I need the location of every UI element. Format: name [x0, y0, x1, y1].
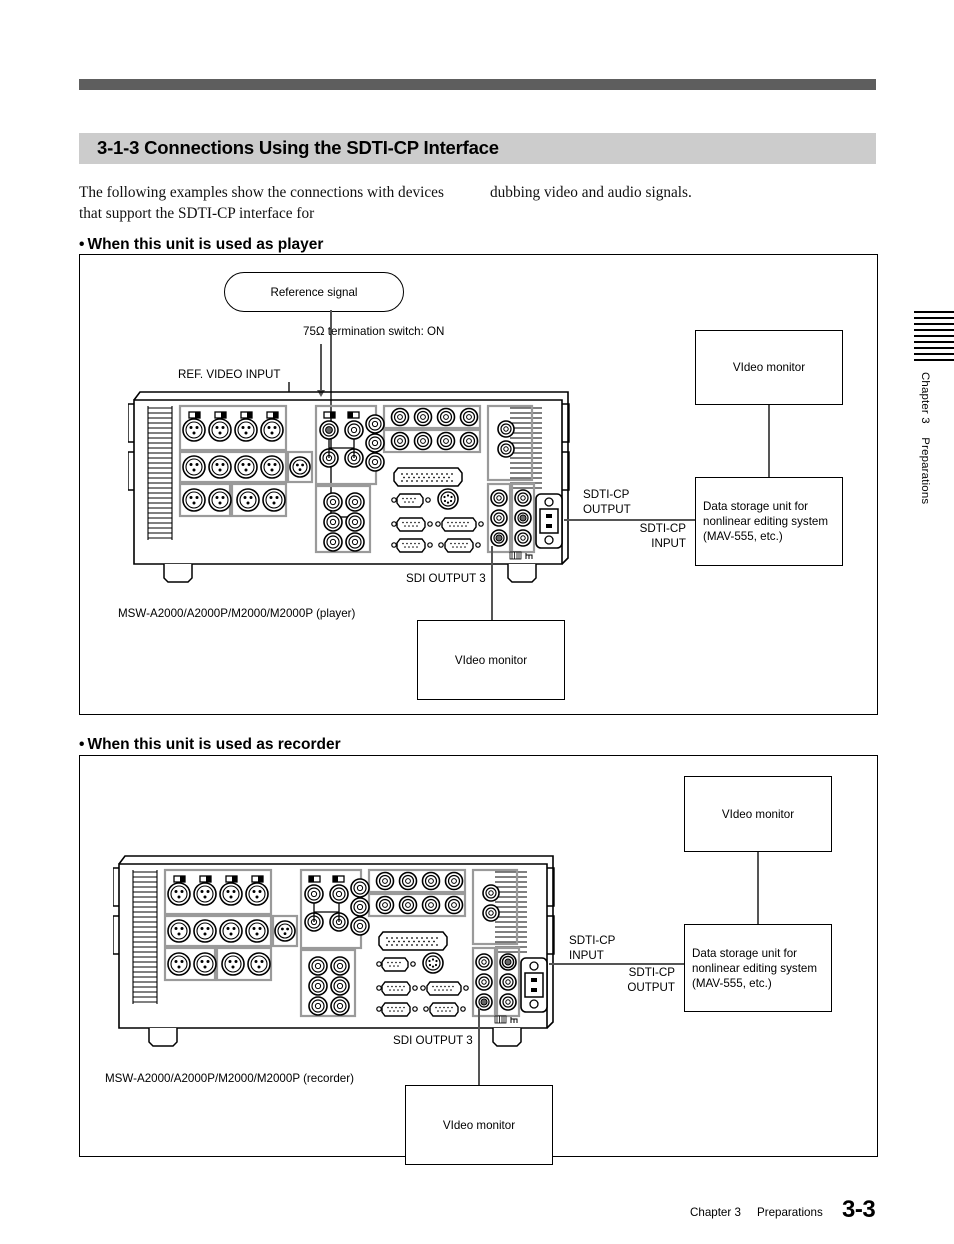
bullet-glyph: •	[79, 736, 85, 753]
sdti-cp-input-label-recorder: SDTI-CP INPUT	[569, 934, 616, 962]
intro-paragraph-column-2: dubbing video and audio signals.	[490, 184, 692, 201]
termination-switch-label: 75Ω termination switch: ON	[303, 325, 445, 338]
footer-page-number: 3-3	[842, 1196, 876, 1223]
reference-signal-node: Reference signal	[224, 272, 404, 312]
side-tab-rules	[914, 310, 954, 362]
monitor-to-storage-wire-player	[768, 405, 770, 477]
sdti-cp-output-label-recorder: SDTI-CP OUTPUT	[627, 966, 675, 994]
sdti-cp-output-label-player: SDTI-CP OUTPUT	[583, 488, 631, 516]
bullet-glyph: •	[79, 236, 85, 253]
data-storage-box-player: Data storage unit for nonlinear editing …	[695, 477, 843, 566]
data-storage-label: Data storage unit for nonlinear editing …	[692, 946, 818, 990]
top-rule	[79, 79, 876, 90]
sdi-output-3-wire-player	[491, 546, 493, 620]
video-monitor-label: VIdeo monitor	[732, 361, 806, 374]
recorder-heading-label: When this unit is used as recorder	[87, 736, 341, 753]
page-title: 3-1-3 Connections Using the SDTI-CP Inte…	[97, 137, 499, 158]
sdi-output-3-label-recorder: SDI OUTPUT 3	[393, 1034, 473, 1047]
video-monitor-label: VIdeo monitor	[454, 653, 528, 667]
reference-signal-label: Reference signal	[270, 285, 358, 299]
data-storage-box-recorder: Data storage unit for nonlinear editing …	[684, 924, 832, 1012]
player-section-heading: • When this unit is used as player	[79, 236, 323, 254]
termination-callout-line	[320, 344, 322, 391]
sdi-output-3-label-player: SDI OUTPUT 3	[406, 572, 486, 585]
manual-page: 3-1-3 Connections Using the SDTI-CP Inte…	[0, 0, 954, 1244]
data-storage-label: Data storage unit for nonlinear editing …	[703, 500, 829, 543]
video-monitor-box-recorder-top: VIdeo monitor	[684, 776, 832, 852]
intro-paragraph-column-1: The following examples show the connecti…	[79, 184, 444, 222]
recorder-section-heading: • When this unit is used as recorder	[79, 736, 341, 754]
video-monitor-box-player-bottom: VIdeo monitor	[417, 620, 565, 700]
rear-panel-illustration-player	[128, 386, 578, 584]
side-tab-label: Chapter 3 Preparations	[919, 372, 931, 505]
sdi-output-3-wire-recorder	[478, 1008, 480, 1085]
unit-caption-recorder: MSW-A2000/A2000P/M2000/M2000P (recorder)	[105, 1072, 354, 1085]
video-monitor-box-player-top: VIdeo monitor	[695, 330, 843, 405]
video-monitor-label: VIdeo monitor	[721, 807, 795, 821]
sdti-cp-input-label-player: SDTI-CP INPUT	[639, 522, 686, 550]
footer-chapter-label: Chapter 3	[690, 1206, 741, 1219]
video-monitor-box-recorder-bottom: VIdeo monitor	[405, 1085, 553, 1165]
ref-video-input-label: REF. VIDEO INPUT	[178, 368, 281, 381]
monitor-to-storage-wire-recorder	[757, 852, 759, 924]
rear-panel-illustration-recorder	[113, 850, 563, 1048]
player-heading-label: When this unit is used as player	[87, 236, 324, 253]
unit-caption-player: MSW-A2000/A2000P/M2000/M2000P (player)	[118, 607, 356, 620]
footer-section-label: Preparations	[757, 1206, 823, 1219]
sdti-cp-link-wire-recorder	[549, 963, 684, 965]
sdti-cp-link-wire-player	[564, 519, 695, 521]
video-monitor-label: VIdeo monitor	[442, 1118, 516, 1132]
